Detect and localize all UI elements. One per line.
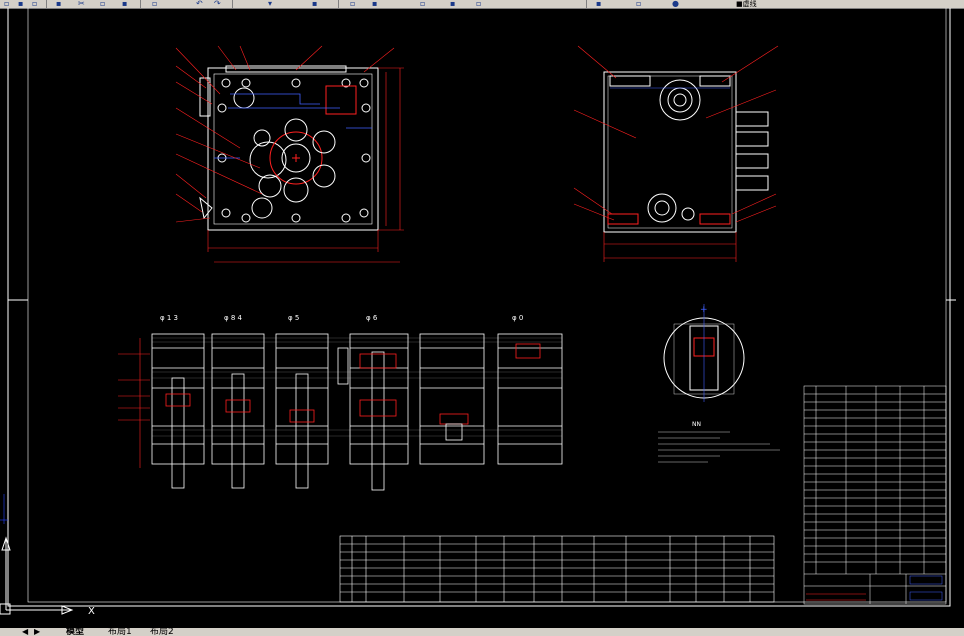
parts-table: [339, 535, 775, 603]
toolbar-separator: [232, 0, 233, 8]
toolbar-separator: [586, 0, 587, 8]
section-views: φ 1 3 φ 8 4 φ 5 φ 6 φ 0: [118, 314, 563, 491]
section-label: φ 8 4: [224, 314, 243, 322]
tab-layout2[interactable]: 布局2: [150, 628, 174, 636]
drawing-inner-border: [27, 8, 947, 603]
zoom-window-icon[interactable]: ▫: [350, 0, 355, 8]
copy-icon[interactable]: ▫: [100, 0, 105, 8]
section-hatch: [152, 337, 562, 437]
ucs-x-label: X: [88, 606, 95, 617]
crosshair-cursor: [0, 494, 8, 524]
section-2: [211, 333, 265, 489]
open-icon[interactable]: ▪: [18, 0, 23, 8]
section-label: φ 5: [288, 314, 299, 322]
layer-name[interactable]: ■虚线: [736, 0, 757, 8]
layer-icon[interactable]: ▪: [596, 0, 601, 8]
toolbar-separator: [338, 0, 339, 8]
cut-icon[interactable]: ✂: [78, 0, 85, 8]
detail-marker: +: [700, 305, 708, 315]
paste-icon[interactable]: ▪: [122, 0, 127, 8]
section-6: [497, 333, 563, 465]
section-label: φ 0: [512, 314, 523, 322]
tab-prev-button[interactable]: ◀: [22, 628, 28, 636]
toolbar-separator: [140, 0, 141, 8]
zoom-previous-icon[interactable]: ▪: [372, 0, 377, 8]
section-label: φ 1 3: [160, 314, 178, 322]
toolbar-separator: [46, 0, 47, 8]
design-center-icon[interactable]: ▪: [450, 0, 455, 8]
ucs-icon: X: [0, 536, 95, 617]
technical-notes: NN: [658, 421, 780, 463]
tab-next-button[interactable]: ▶: [34, 628, 40, 636]
tab-layout1[interactable]: 布局1: [108, 628, 132, 636]
zoom-realtime-icon[interactable]: ▪: [312, 0, 317, 8]
notes-title: NN: [692, 421, 701, 428]
save-icon[interactable]: ▫: [32, 0, 37, 8]
section-4: [337, 333, 409, 491]
section-leaders: [118, 338, 150, 468]
top-view: [199, 65, 379, 231]
tab-model[interactable]: 模型: [66, 628, 84, 636]
layer-state-icon[interactable]: ▫: [636, 0, 641, 8]
layout-tab-bar: ◀ ▶ 模型 布局1 布局2: [0, 628, 964, 636]
print-icon[interactable]: ▪: [56, 0, 61, 8]
properties-icon[interactable]: ▫: [420, 0, 425, 8]
section-3: [275, 333, 329, 489]
drawing-canvas[interactable]: φ 1 3 φ 8 4 φ 5 φ 6 φ 0 + NN X: [0, 8, 964, 628]
drawing-border: [7, 8, 951, 607]
color-icon[interactable]: ●: [672, 0, 679, 8]
detail-view: +: [663, 304, 745, 402]
tool-palette-icon[interactable]: ▫: [476, 0, 481, 8]
undo-icon[interactable]: ↶: [196, 0, 203, 8]
section-label: φ 6: [366, 314, 378, 322]
match-icon[interactable]: ▫: [152, 0, 157, 8]
new-icon[interactable]: ▫: [4, 0, 9, 8]
pan-icon[interactable]: ▾: [268, 0, 272, 8]
section-1: [151, 333, 205, 489]
side-view: [603, 71, 769, 233]
title-block: [803, 385, 947, 605]
redo-icon[interactable]: ↷: [214, 0, 221, 8]
section-5: [419, 333, 485, 465]
